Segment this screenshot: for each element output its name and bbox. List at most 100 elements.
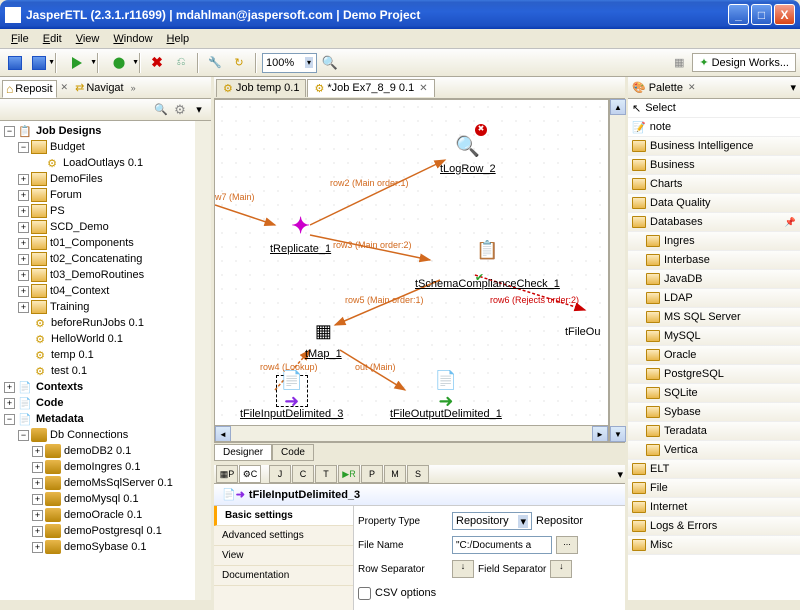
bp-tab-s[interactable]: S: [407, 465, 429, 483]
browse-button[interactable]: ...: [556, 536, 578, 554]
side-doc[interactable]: Documentation: [214, 566, 353, 586]
node-tfilein[interactable]: 📄➜tFileInputDelimited_3: [240, 375, 343, 420]
delete-button[interactable]: ✖: [146, 52, 168, 74]
flow-row3: row3 (Main order:2): [333, 240, 412, 250]
palette-internet[interactable]: Internet: [628, 498, 800, 517]
fieldsep-button[interactable]: ↓: [550, 560, 572, 578]
palette-logs[interactable]: Logs & Errors: [628, 517, 800, 536]
editor-area: ⚙Job temp 0.1 ⚙*Job Ex7_8_9 0.1✕ 🔍tLogRo…: [214, 77, 628, 600]
palette-sqlite[interactable]: SQLite: [628, 384, 800, 403]
palette-business[interactable]: Business: [628, 156, 800, 175]
lbl-filename: File Name: [358, 540, 448, 551]
tree-menu-icon[interactable]: ▾: [191, 102, 207, 118]
tab-repository[interactable]: ⌂Reposit: [2, 80, 57, 98]
tab-code[interactable]: Code: [272, 444, 314, 461]
nav-dropdown[interactable]: »: [129, 83, 138, 93]
project-button[interactable]: ⬤▼: [104, 52, 134, 74]
bp-tab-run[interactable]: ▶R: [338, 465, 360, 483]
v-scrollbar[interactable]: ▲▼: [609, 99, 625, 442]
menu-view[interactable]: View: [69, 31, 107, 47]
close-icon[interactable]: ✕: [419, 83, 427, 94]
palette-mysql[interactable]: MySQL: [628, 327, 800, 346]
flow-row7: w7 (Main): [215, 192, 255, 202]
node-treplicate[interactable]: ✦tReplicate_1: [270, 210, 331, 255]
palette-elt[interactable]: ELT: [628, 460, 800, 479]
palette-interbase[interactable]: Interbase: [628, 251, 800, 270]
editor-tab-ex7[interactable]: ⚙*Job Ex7_8_9 0.1✕: [307, 79, 434, 97]
palette-dq[interactable]: Data Quality: [628, 194, 800, 213]
flow-row6: row6 (Rejects order:2): [490, 295, 579, 305]
design-canvas[interactable]: 🔍tLogRow_2 ✖ ✦tReplicate_1 📋✔tSchemaComp…: [214, 99, 609, 442]
zoom-fit[interactable]: 🔍: [319, 52, 341, 74]
palette-ingres[interactable]: Ingres: [628, 232, 800, 251]
node-tschema[interactable]: 📋✔tSchemaComplianceCheck_1: [415, 245, 560, 290]
side-advanced[interactable]: Advanced settings: [214, 526, 353, 546]
palette-ldap[interactable]: LDAP: [628, 289, 800, 308]
tab-repo-close[interactable]: ✕: [59, 82, 71, 93]
palette-sybase[interactable]: Sybase: [628, 403, 800, 422]
close-button[interactable]: X: [774, 4, 795, 25]
palette-teradata[interactable]: Teradata: [628, 422, 800, 441]
tree-filter-icon[interactable]: 🔍: [153, 102, 169, 118]
properties-panel: ▦P ⚙C J C T ▶R P M S ▾ 📄➜tFileInputDelim…: [214, 462, 625, 600]
palette-select[interactable]: ↖Select: [628, 99, 800, 118]
palette-file[interactable]: File: [628, 479, 800, 498]
run-button[interactable]: ▼: [62, 52, 92, 74]
node-tmap[interactable]: ▦tMap_1: [305, 315, 342, 360]
refresh-button[interactable]: ↻: [228, 52, 250, 74]
pin-icon[interactable]: 📌: [785, 217, 796, 228]
component-title: 📄➜tFileInputDelimited_3: [214, 484, 625, 506]
editor-tab-temp[interactable]: ⚙Job temp 0.1: [216, 79, 306, 97]
wrench-button[interactable]: 🔧: [204, 52, 226, 74]
bp-tab-c[interactable]: ⚙C: [239, 465, 261, 483]
palette-db[interactable]: Databases📌: [628, 213, 800, 232]
save-dropdown[interactable]: ▼: [28, 52, 50, 74]
repository-tree[interactable]: −📋Job Designs −Budget ⚙LoadOutlays 0.1 +…: [0, 121, 195, 600]
menu-edit[interactable]: Edit: [36, 31, 69, 47]
palette-mssql[interactable]: MS SQL Server: [628, 308, 800, 327]
rowsep-button[interactable]: ↓: [452, 560, 474, 578]
minimize-button[interactable]: _: [728, 4, 749, 25]
bp-tab-c2[interactable]: C: [292, 465, 314, 483]
palette-misc[interactable]: Misc: [628, 536, 800, 555]
bp-tab-m[interactable]: M: [384, 465, 406, 483]
palette-postgres[interactable]: PostgreSQL: [628, 365, 800, 384]
perspective-design[interactable]: ✦Design Works...: [692, 53, 796, 72]
side-basic[interactable]: Basic settings: [214, 506, 353, 526]
tab-designer[interactable]: Designer: [214, 444, 272, 461]
app-icon: [5, 7, 21, 23]
palette-charts[interactable]: Charts: [628, 175, 800, 194]
proptype-combo[interactable]: Repository▾: [452, 512, 532, 530]
node-tfileoutd[interactable]: 📄➜tFileOutputDelimited_1: [390, 375, 502, 420]
node-tlogrow[interactable]: 🔍tLogRow_2: [440, 130, 496, 175]
palette-oracle[interactable]: Oracle: [628, 346, 800, 365]
zoom-combo[interactable]: 100%▾: [262, 53, 317, 73]
tab-navigator[interactable]: ⇄Navigat: [72, 80, 127, 95]
bp-tab-p2[interactable]: P: [361, 465, 383, 483]
bp-tab-t[interactable]: T: [315, 465, 337, 483]
tree-collapse-icon[interactable]: ⚙: [172, 102, 188, 118]
maximize-button[interactable]: □: [751, 4, 772, 25]
palette-javadb[interactable]: JavaDB: [628, 270, 800, 289]
filename-input[interactable]: [452, 536, 552, 554]
palette-bi[interactable]: Business Intelligence: [628, 137, 800, 156]
csv-checkbox[interactable]: [358, 587, 371, 600]
tree-scrollbar[interactable]: [195, 121, 211, 600]
h-scrollbar[interactable]: ◄►: [215, 425, 608, 441]
menu-help[interactable]: Help: [160, 31, 197, 47]
perspective-button[interactable]: ▦: [668, 52, 690, 74]
menu-window[interactable]: Window: [106, 31, 159, 47]
bp-menu[interactable]: ▾: [617, 468, 623, 481]
node-tfileout[interactable]: tFileOu: [565, 325, 600, 338]
bp-tab-p[interactable]: ▦P: [216, 465, 238, 483]
save-button[interactable]: [4, 52, 26, 74]
bp-tab-j[interactable]: J: [269, 465, 291, 483]
palette-vertica[interactable]: Vertica: [628, 441, 800, 460]
clear-button[interactable]: ⎌: [170, 52, 192, 74]
flow-row4: row4 (Lookup): [260, 362, 318, 372]
menu-file[interactable]: File: [4, 31, 36, 47]
palette-title: Palette: [649, 82, 683, 94]
palette-note[interactable]: 📝note: [628, 118, 800, 137]
side-view[interactable]: View: [214, 546, 353, 566]
expand-icon[interactable]: −: [4, 126, 15, 137]
